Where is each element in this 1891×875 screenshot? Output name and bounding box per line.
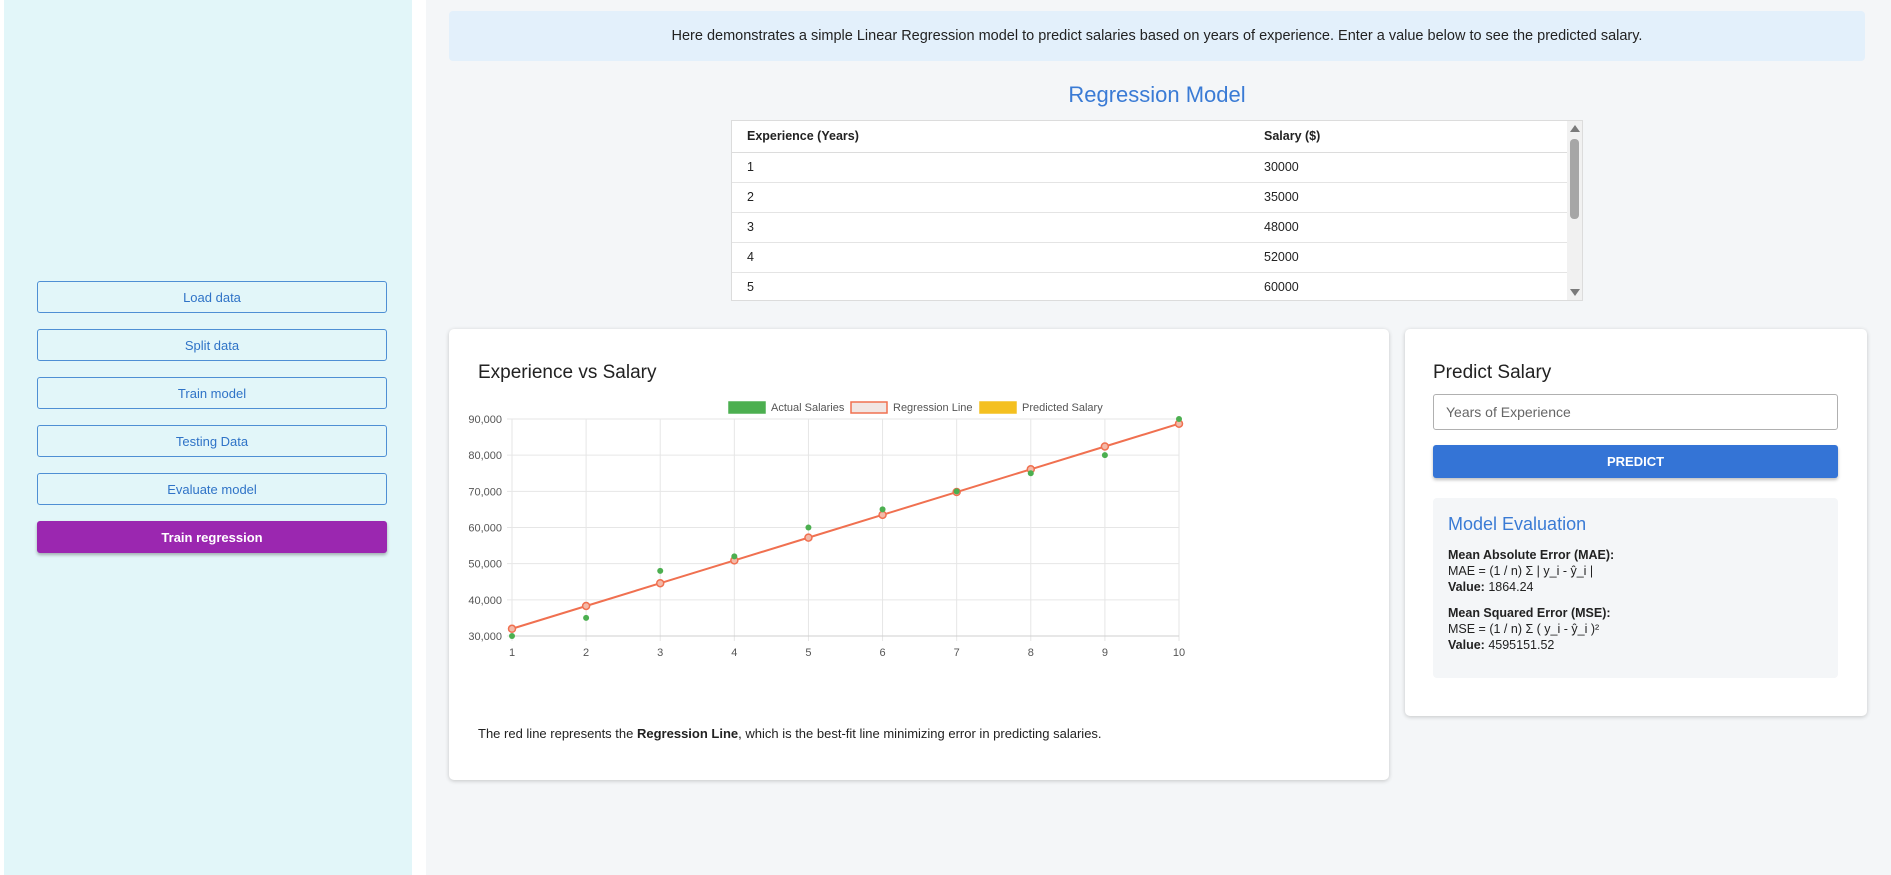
info-banner: Here demonstrates a simple Linear Regres… xyxy=(449,11,1865,61)
table-scrollbar[interactable] xyxy=(1567,121,1582,300)
regression-point xyxy=(1100,442,1110,451)
chart-card: Experience vs Salary 1 2 3 4 5 6 7 8 9 10 30,000 40… xyxy=(449,329,1389,780)
x-tick-label: 5 xyxy=(805,647,811,659)
legend-label: Predicted Salary xyxy=(1022,402,1103,414)
legend-label: Regression Line xyxy=(893,402,973,414)
model-evaluation-panel: Model Evaluation Mean Absolute Error (MA… xyxy=(1433,498,1838,678)
y-tick-label: 50,000 xyxy=(468,559,502,571)
table-cell: 35000 xyxy=(1249,182,1568,213)
y-tick-label: 60,000 xyxy=(468,523,502,535)
actual-salary-point xyxy=(805,524,812,531)
y-tick-label: 90,000 xyxy=(468,414,502,426)
actual-salary-point xyxy=(509,633,515,639)
regression-point xyxy=(507,624,517,634)
actual-salary-point xyxy=(731,553,738,560)
scrollbar-thumb[interactable] xyxy=(1570,139,1579,219)
x-tick-label: 6 xyxy=(879,647,885,659)
caption-text-start: The red line represents the xyxy=(478,726,637,741)
mse-label: Mean Squared Error (MSE): xyxy=(1448,606,1611,620)
x-tick-label: 4 xyxy=(731,647,737,659)
mse-value-line: Value: 4595151.52 xyxy=(1448,637,1823,653)
x-tick-label: 10 xyxy=(1173,647,1185,659)
mae-formula: MAE = (1 / n) Σ | y_i - ŷ_i | xyxy=(1448,564,1594,578)
regression-model-title: Regression Model xyxy=(1068,82,1246,107)
x-tick-label: 1 xyxy=(509,647,515,659)
table-cell: 52000 xyxy=(1249,242,1568,273)
sidebar-divider xyxy=(412,0,426,875)
actual-salary-point xyxy=(953,488,960,495)
legend-label: Actual Salaries xyxy=(771,402,845,414)
table-row: 4 52000 xyxy=(732,242,1568,273)
table-cell: 60000 xyxy=(1249,272,1568,300)
years-experience-input[interactable] xyxy=(1433,394,1838,430)
column-header-experience: Experience (Years) xyxy=(732,121,1249,153)
regression-point xyxy=(581,601,591,611)
regression-line xyxy=(511,422,1180,630)
evaluate-model-button[interactable]: Evaluate model xyxy=(37,473,387,505)
regression-point xyxy=(655,578,665,588)
mse-formula: MSE = (1 / n) Σ ( y_i - ŷ_i )² xyxy=(1448,622,1600,636)
data-table-container[interactable]: Experience (Years) Salary ($) 1 30000 2 35… xyxy=(731,120,1583,301)
load-data-button[interactable]: Load data xyxy=(37,281,387,313)
y-tick-label: 30,000 xyxy=(468,631,502,643)
legend-swatch xyxy=(850,401,888,414)
x-tick-label: 9 xyxy=(1102,647,1108,659)
predict-title: Predict Salary xyxy=(1433,362,1552,383)
actual-salary-point xyxy=(1027,470,1034,477)
model-evaluation-title: Model Evaluation xyxy=(1448,514,1587,534)
legend-swatch xyxy=(728,401,766,414)
table-cell: 30000 xyxy=(1249,152,1568,183)
actual-salary-point xyxy=(1101,452,1108,459)
mae-value: 1864.24 xyxy=(1488,580,1534,594)
x-tick-label: 8 xyxy=(1028,647,1034,659)
mae-label: Mean Absolute Error (MAE): xyxy=(1448,548,1615,562)
caption-text-end: , which is the best-fit line minimizing … xyxy=(738,726,1102,741)
regression-point xyxy=(804,533,813,542)
scroll-up-arrow-icon[interactable] xyxy=(1570,125,1580,132)
y-tick-label: 40,000 xyxy=(468,595,502,607)
table-cell: 4 xyxy=(732,242,1249,273)
table-row: 5 60000 xyxy=(732,272,1568,300)
table-header-row: Experience (Years) Salary ($) xyxy=(732,121,1568,153)
mae-value-label: Value: xyxy=(1448,580,1485,594)
x-tick-label: 7 xyxy=(954,647,960,659)
y-tick-label: 70,000 xyxy=(468,486,502,498)
table-cell: 3 xyxy=(732,212,1249,243)
table-row: 3 48000 xyxy=(732,212,1568,243)
mae-value-line: Value: 1864.24 xyxy=(1448,579,1823,595)
mae-block: Mean Absolute Error (MAE): MAE = (1 / n)… xyxy=(1448,547,1823,595)
table-cell: 5 xyxy=(732,272,1249,300)
train-regression-button[interactable]: Train regression xyxy=(37,521,387,553)
actual-salary-point xyxy=(879,506,886,513)
actual-salary-point xyxy=(583,614,590,621)
table-row: 1 30000 xyxy=(732,152,1568,183)
table-cell: 48000 xyxy=(1249,212,1568,243)
scroll-down-arrow-icon[interactable] xyxy=(1570,289,1580,296)
sidebar: Load data Split data Train model Testing… xyxy=(0,0,415,875)
actual-salary-point xyxy=(1176,416,1182,422)
legend-swatch xyxy=(979,401,1017,414)
split-data-button[interactable]: Split data xyxy=(37,329,387,361)
table-cell: 1 xyxy=(732,152,1249,183)
mse-value-label: Value: xyxy=(1448,638,1485,652)
testing-data-button[interactable]: Testing Data xyxy=(37,425,387,457)
mse-block: Mean Squared Error (MSE): MSE = (1 / n) … xyxy=(1448,605,1823,653)
x-tick-label: 2 xyxy=(583,647,589,659)
train-model-button[interactable]: Train model xyxy=(37,377,387,409)
column-header-salary: Salary ($) xyxy=(1249,121,1568,153)
table-row: 2 35000 xyxy=(732,182,1568,213)
chart-caption: The red line represents the Regression L… xyxy=(478,726,1102,741)
y-tick-label: 80,000 xyxy=(468,450,502,462)
experience-salary-chart: 1 2 3 4 5 6 7 8 9 10 30,000 40,000 50,000 60,000 70,00… xyxy=(468,401,1185,659)
predict-card: Predict Salary PREDICT Model Evaluation … xyxy=(1405,329,1867,716)
x-tick-label: 3 xyxy=(657,647,663,659)
table-cell: 2 xyxy=(732,182,1249,213)
predict-button[interactable]: PREDICT xyxy=(1433,445,1838,478)
actual-salary-point xyxy=(657,567,664,574)
mse-value: 4595151.52 xyxy=(1488,638,1555,652)
sidebar-button-group: Load data Split data Train model Testing… xyxy=(37,281,387,569)
caption-bold-text: Regression Line xyxy=(636,726,739,741)
data-table: Experience (Years) Salary ($) 1 30000 2 35… xyxy=(732,121,1568,300)
